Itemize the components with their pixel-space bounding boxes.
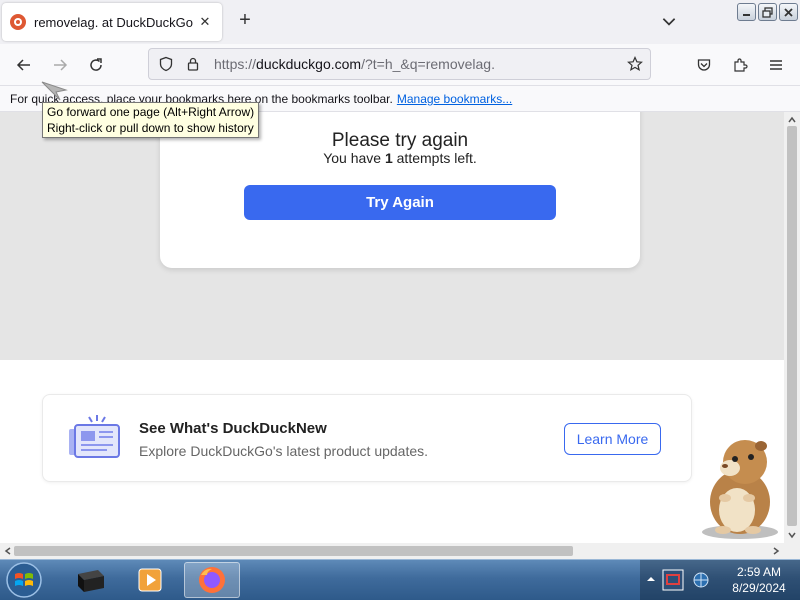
navigation-toolbar: https://duckduckgo.com/?t=h_&q=removelag… <box>0 44 800 86</box>
vertical-scroll-thumb[interactable] <box>787 126 797 526</box>
page-content: Please try again You have 1 attempts lef… <box>0 112 784 543</box>
tab-active[interactable]: removelag. at DuckDuckGo ✕ <box>2 3 222 41</box>
close-window-button[interactable] <box>779 3 798 21</box>
scroll-left-arrow-icon[interactable] <box>4 547 12 555</box>
tooltip-line-2: Right-click or pull down to show history <box>47 121 254 135</box>
shield-icon[interactable] <box>158 56 174 72</box>
clock-time: 2:59 AM <box>736 565 782 579</box>
system-tray: 2:59 AM 8/29/2024 <box>640 560 800 600</box>
back-icon <box>16 59 30 71</box>
tray-app-icon[interactable] <box>662 569 684 591</box>
extensions-icon <box>734 58 748 72</box>
newspaper-icon <box>69 415 120 458</box>
url-path: /?t=h_&q=removelag. <box>361 56 495 72</box>
horizontal-scrollbar[interactable] <box>0 543 784 559</box>
tab-title: removelag. at DuckDuckGo <box>34 14 193 30</box>
scroll-right-arrow-icon[interactable] <box>772 547 780 555</box>
try-again-button[interactable]: Try Again <box>244 185 556 220</box>
taskbar-terminal[interactable] <box>62 562 118 598</box>
scroll-up-arrow-icon[interactable] <box>788 116 796 124</box>
firefox-icon <box>199 567 225 593</box>
scroll-down-arrow-icon[interactable] <box>788 531 796 539</box>
back-button[interactable] <box>12 53 36 77</box>
network-globe-icon[interactable] <box>692 571 710 589</box>
attempts-prefix: You have <box>323 150 385 166</box>
show-hidden-icons-arrow-icon[interactable] <box>646 574 656 584</box>
news-title: See What's DuckDuckNew <box>139 420 327 437</box>
app-menu-button[interactable] <box>764 53 788 77</box>
attempts-count: 1 <box>384 150 393 166</box>
terminal-app-icon <box>78 570 104 592</box>
manage-bookmarks-link[interactable]: Manage bookmarks... <box>397 92 512 106</box>
reload-icon <box>90 58 102 71</box>
vertical-scrollbar[interactable] <box>784 112 800 543</box>
restore-button[interactable] <box>758 3 777 21</box>
news-banner: See What's DuckDuckNew Explore DuckDuckG… <box>42 394 692 482</box>
pocket-button[interactable] <box>692 53 716 77</box>
pocket-icon <box>697 59 711 71</box>
news-subtitle: Explore DuckDuckGo's latest product upda… <box>139 443 429 459</box>
learn-more-button[interactable]: Learn More <box>564 423 661 455</box>
reload-button[interactable] <box>84 53 108 77</box>
lock-icon[interactable] <box>186 57 200 71</box>
new-tab-button[interactable]: + <box>234 10 256 32</box>
url-prefix: https:// <box>214 56 257 72</box>
address-bar[interactable]: https://duckduckgo.com/?t=h_&q=removelag… <box>148 48 651 80</box>
extensions-button[interactable] <box>728 53 752 77</box>
taskbar-media-player[interactable] <box>122 562 178 598</box>
clock-date: 8/29/2024 <box>732 581 786 595</box>
duckduckgo-favicon-icon <box>10 14 26 30</box>
windows-start-button-icon[interactable] <box>4 561 44 599</box>
hamster-mascot-icon <box>702 440 778 539</box>
star-icon[interactable] <box>627 56 643 72</box>
minimize-button[interactable] <box>737 3 756 21</box>
mouse-cursor-icon <box>41 81 68 101</box>
url-host: duckduckgo.com <box>256 56 362 72</box>
attempts-suffix: attempts left. <box>392 150 477 166</box>
window-controls <box>737 3 798 21</box>
menu-icon <box>770 60 782 70</box>
forward-icon <box>54 59 68 71</box>
tooltip-line-1: Go forward one page (Alt+Right Arrow) <box>47 105 255 119</box>
media-player-icon <box>138 568 162 592</box>
horizontal-scroll-thumb[interactable] <box>14 546 573 556</box>
attempts-text: You have 1 attempts left. <box>160 150 640 166</box>
url-text[interactable]: https://duckduckgo.com/?t=h_&q=removelag… <box>214 56 627 72</box>
list-all-tabs-chevron-icon[interactable] <box>660 12 678 30</box>
forward-button[interactable] <box>48 53 72 77</box>
tab-strip: removelag. at DuckDuckGo ✕ + <box>0 0 800 44</box>
taskbar-firefox[interactable] <box>184 562 240 598</box>
scroll-corner <box>784 543 800 559</box>
tab-close-button[interactable]: ✕ <box>196 14 214 30</box>
system-clock[interactable]: 2:59 AM 8/29/2024 <box>720 564 798 596</box>
forward-button-tooltip: Go forward one page (Alt+Right Arrow) Ri… <box>42 102 259 138</box>
windows-taskbar: 2:59 AM 8/29/2024 <box>0 559 800 600</box>
